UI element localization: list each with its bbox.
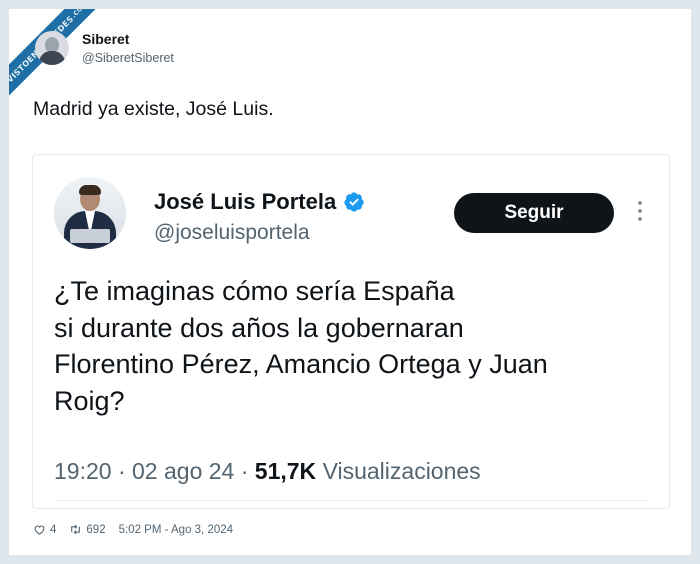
- heart-icon[interactable]: [33, 523, 46, 536]
- views-label: Visualizaciones: [322, 458, 481, 484]
- quoted-author-name-text[interactable]: José Luis Portela: [154, 189, 336, 215]
- quoted-text-line: ¿Te imaginas cómo sería España: [54, 276, 455, 306]
- quoted-text-line: Roig?: [54, 385, 125, 416]
- quoted-tweet-text: ¿Te imaginas cómo sería España si durant…: [54, 273, 654, 419]
- quoted-author-handle[interactable]: @joseluisportela: [154, 221, 310, 245]
- quoted-tweet-meta: 19:20 · 02 ago 24 · 51,7K Visualizacione…: [54, 458, 481, 484]
- tweet-text: Madrid ya existe, José Luis.: [33, 98, 274, 120]
- quoted-text-line: si durante dos años la gobernaran: [54, 312, 464, 343]
- verified-badge-icon: [344, 192, 364, 212]
- quoted-tweet[interactable]: José Luis Portela @joseluisportela Segui…: [32, 154, 670, 509]
- tweet-timestamp[interactable]: 5:02 PM - Ago 3, 2024: [119, 524, 233, 536]
- quoted-date[interactable]: 02 ago 24: [132, 458, 234, 484]
- quoted-time[interactable]: 19:20: [54, 458, 112, 484]
- tweet-card: VISTOENLASREDES.COM Siberet @SiberetSibe…: [9, 9, 691, 555]
- avatar[interactable]: [35, 31, 69, 65]
- like-count: 4: [50, 523, 57, 536]
- watermark-suffix: .COM: [70, 9, 89, 19]
- author-name[interactable]: Siberet: [82, 31, 129, 47]
- more-options-icon[interactable]: [633, 201, 647, 225]
- quoted-avatar[interactable]: [54, 177, 126, 249]
- views-count: 51,7K: [254, 458, 317, 484]
- author-handle[interactable]: @SiberetSiberet: [82, 51, 174, 65]
- retweet-count: 692: [86, 523, 106, 536]
- retweet-icon[interactable]: [69, 523, 82, 536]
- quoted-text-line: Florentino Pérez, Amancio Ortega y Juan: [54, 349, 548, 379]
- tweet-footer: 4 692 5:02 PM - Ago 3, 2024: [33, 523, 233, 536]
- quoted-author-name[interactable]: José Luis Portela: [154, 189, 365, 215]
- follow-button[interactable]: Seguir: [454, 193, 614, 233]
- divider: [54, 500, 649, 501]
